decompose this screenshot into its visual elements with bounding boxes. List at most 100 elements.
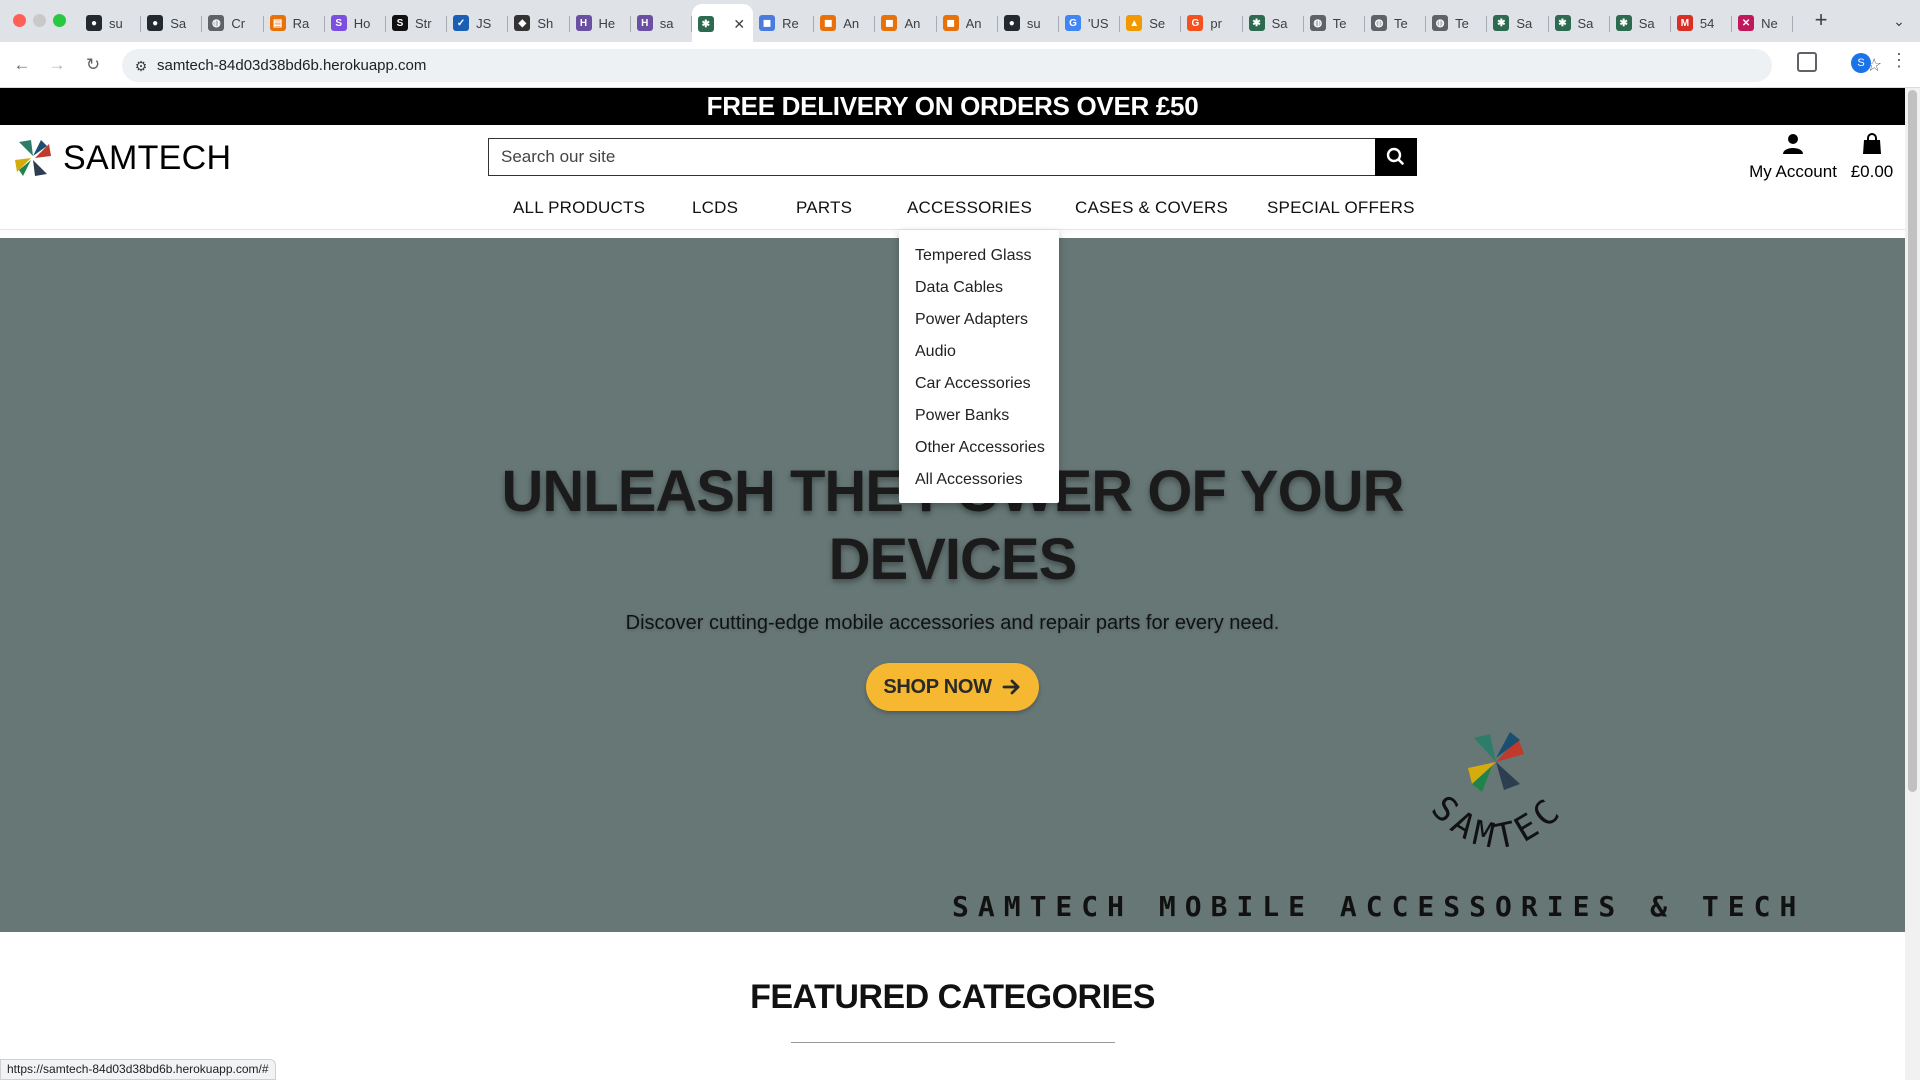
nav-lcds[interactable]: LCDS	[692, 198, 738, 218]
browser-tab[interactable]: ✱ Sa	[1610, 6, 1671, 40]
site-logo-text[interactable]: SAMTECH	[63, 139, 231, 178]
my-account-link[interactable]: My Account	[1748, 133, 1838, 182]
forward-arrow-icon[interactable]: →	[44, 52, 70, 78]
dropdown-item-audio[interactable]: Audio	[899, 336, 1059, 368]
shop-now-button[interactable]: SHOP NOW	[866, 663, 1039, 711]
browser-tab[interactable]: S Str	[386, 6, 448, 40]
nav-all-products[interactable]: ALL PRODUCTS	[513, 198, 645, 218]
nav-cases-covers[interactable]: CASES & COVERS	[1075, 198, 1228, 218]
dropdown-item-data-cables[interactable]: Data Cables	[899, 272, 1059, 304]
nav-accessories[interactable]: ACCESSORIES	[907, 198, 1032, 218]
search-button[interactable]	[1375, 138, 1417, 176]
maximize-window-button[interactable]	[53, 14, 66, 27]
shopping-bag-link[interactable]: £0.00	[1850, 133, 1894, 182]
tab-search-icon[interactable]: ⌄	[1886, 8, 1912, 34]
browser-tab[interactable]: ✓ JS	[447, 6, 509, 40]
samtech-icon: ✱	[1493, 15, 1510, 31]
nav-special-offers[interactable]: SPECIAL OFFERS	[1267, 198, 1415, 218]
samtech-icon: ✱	[1554, 15, 1571, 31]
browser-tab-label: Te	[1393, 15, 1408, 31]
chart-icon: ▲	[1126, 15, 1143, 31]
url-text[interactable]: samtech-84d03d38bd6b.herokuapp.com	[157, 57, 426, 74]
dropdown-item-tempered-glass[interactable]: Tempered Glass	[899, 240, 1059, 272]
browser-tab[interactable]: ✱ ✕	[691, 4, 754, 42]
scrollbar-thumb[interactable]	[1908, 90, 1917, 792]
browser-tab[interactable]: ◼ An	[937, 6, 998, 40]
browser-tab[interactable]: ✱ Sa	[1243, 6, 1304, 40]
browser-menu-icon[interactable]: ⋮	[1890, 50, 1908, 71]
browser-tab[interactable]: ▤ Ra	[264, 6, 325, 40]
browser-tab-label: Str	[414, 15, 432, 31]
reload-icon[interactable]: ↻	[80, 52, 106, 78]
dropdown-item-power-adapters[interactable]: Power Adapters	[899, 304, 1059, 336]
browser-tab-label: 54	[1699, 15, 1715, 31]
browser-tab[interactable]: ▲ Se	[1120, 6, 1182, 40]
browser-tab[interactable]: H He	[570, 6, 631, 40]
browser-tab[interactable]: ◆ Sh	[508, 6, 570, 40]
h-icon: H	[575, 15, 592, 31]
close-tab-icon[interactable]: ✕	[733, 16, 745, 33]
new-tab-button[interactable]: +	[1807, 7, 1835, 35]
browser-tab[interactable]: ✱ Sa	[1549, 6, 1610, 40]
shopping-bag-icon	[1863, 133, 1881, 154]
bag-total: £0.00	[1850, 162, 1894, 181]
browser-tab[interactable]: ◍ Te	[1304, 6, 1365, 40]
hero-title-line-2: DEVICES	[828, 527, 1078, 592]
x-icon: ✕	[1738, 15, 1755, 31]
s-icon: S	[330, 15, 347, 31]
hero-logo-arc-text: SAMTECH	[1408, 710, 1566, 858]
nav-parts[interactable]: PARTS	[796, 198, 852, 218]
cube-icon: ◼	[942, 15, 959, 31]
gmail-icon: M	[1676, 15, 1693, 31]
browser-tab[interactable]: ✱ Sa	[1487, 6, 1549, 40]
cube-icon: ◼	[759, 15, 776, 31]
samtech-logo-icon[interactable]	[11, 136, 55, 180]
check-icon: ✓	[453, 15, 470, 31]
browser-tab-label: An	[904, 15, 921, 31]
search-input[interactable]	[489, 139, 1375, 175]
browser-tab-label: He	[598, 15, 616, 31]
browser-tab[interactable]: ◼ Re	[753, 6, 815, 40]
profile-avatar[interactable]: S	[1851, 53, 1871, 73]
browser-tab-label: Sa	[1516, 15, 1533, 31]
browser-tab[interactable]: ✕ Ne	[1732, 6, 1794, 40]
browser-tab[interactable]: G 'US	[1059, 6, 1121, 40]
search-box	[488, 138, 1376, 176]
browser-tab-label: An	[965, 15, 982, 31]
back-arrow-icon[interactable]: ←	[9, 52, 35, 78]
dropdown-item-other-accessories[interactable]: Other Accessories	[899, 432, 1059, 464]
site-settings-icon[interactable]: ⚙	[130, 55, 152, 77]
cube-icon: ◼	[820, 15, 837, 31]
tab-strip: ● su ● Sa ◍ Cr ▤ Ra S Ho S Str ✓ JS ◆ Sh H He Hsa ✱ ✕ ◼ Re ◼ An ◼…	[80, 4, 1794, 42]
browser-tab[interactable]: ◼ An	[814, 6, 876, 40]
browser-tab[interactable]: Hsa	[631, 6, 692, 40]
browser-tab-label: su	[1026, 15, 1041, 31]
browser-tab-label: An	[843, 15, 860, 31]
close-window-button[interactable]	[13, 14, 26, 27]
browser-tab-label: 'US	[1088, 15, 1109, 31]
browser-toolbar: ← → ↻ ⚙ samtech-84d03d38bd6b.herokuapp.c…	[0, 42, 1920, 88]
browser-tab[interactable]: Gpr	[1181, 6, 1243, 40]
browser-tab[interactable]: ● Sa	[141, 6, 203, 40]
dropdown-item-car-accessories[interactable]: Car Accessories	[899, 368, 1059, 400]
browser-tab[interactable]: ◼ An	[875, 6, 937, 40]
browser-tab-label: JS	[476, 15, 492, 31]
dropdown-item-all-accessories[interactable]: All Accessories	[899, 464, 1059, 496]
browser-tab[interactable]: S Ho	[325, 6, 386, 40]
minimize-window-button[interactable]	[33, 14, 46, 27]
page-scrollbar[interactable]	[1905, 88, 1920, 1080]
address-bar[interactable]: ⚙ samtech-84d03d38bd6b.herokuapp.com ☆	[122, 49, 1882, 82]
browser-tab[interactable]: ● su	[80, 6, 142, 40]
globe-icon: ◍	[208, 15, 225, 31]
browser-tab[interactable]: ● su	[998, 6, 1059, 40]
browser-tab[interactable]: ◍ Te	[1365, 6, 1427, 40]
browser-tab-label: Cr	[231, 15, 246, 31]
featured-divider	[791, 1042, 1115, 1043]
extensions-icon[interactable]	[1797, 52, 1817, 72]
g-icon: G	[1187, 15, 1204, 31]
browser-tab[interactable]: ◍ Te	[1426, 6, 1488, 40]
dropdown-item-power-banks[interactable]: Power Banks	[899, 400, 1059, 432]
browser-tab[interactable]: M 54	[1671, 6, 1733, 40]
github-icon: ●	[147, 15, 164, 31]
browser-tab[interactable]: ◍ Cr	[202, 6, 264, 40]
